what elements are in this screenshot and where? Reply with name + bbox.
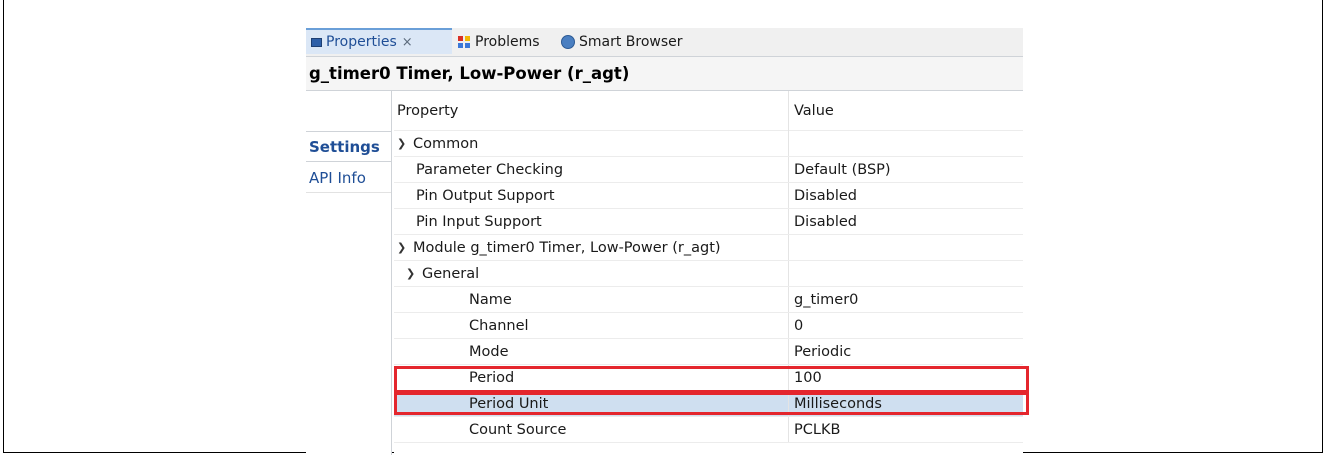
highlight-box-period-unit — [394, 392, 1029, 415]
table-row[interactable]: Channel 0 — [394, 313, 1023, 339]
table-row[interactable]: Mode Periodic — [394, 339, 1023, 365]
property-label: General — [422, 265, 480, 282]
chevron-down-icon[interactable]: ❯ — [397, 137, 407, 150]
table-header: Property Value — [394, 91, 1023, 131]
table-row[interactable]: Name g_timer0 — [394, 287, 1023, 313]
chevron-down-icon[interactable]: ❯ — [406, 267, 416, 280]
tab-settings[interactable]: Settings — [306, 131, 391, 162]
property-cell: ❯ Common — [394, 131, 791, 156]
page-title: g_timer0 Timer, Low-Power (r_agt) — [306, 57, 1023, 91]
property-cell: ❯ Module g_timer0 Timer, Low-Power (r_ag… — [394, 235, 791, 260]
value-cell — [788, 131, 1023, 156]
table-row[interactable]: Count Source PCLKB — [394, 417, 1023, 443]
property-label: Module g_timer0 Timer, Low-Power (r_agt) — [413, 239, 721, 256]
value-cell[interactable]: Default (BSP) — [788, 157, 1023, 182]
globe-icon — [561, 35, 575, 49]
table-row[interactable]: Pin Input Support Disabled — [394, 209, 1023, 235]
table-row[interactable]: ❯ Common — [394, 131, 1023, 157]
table-row[interactable]: ❯ Module g_timer0 Timer, Low-Power (r_ag… — [394, 235, 1023, 261]
table-row[interactable]: Parameter Checking Default (BSP) — [394, 157, 1023, 183]
value-cell[interactable]: Periodic — [788, 339, 1023, 364]
close-icon[interactable]: × — [402, 35, 413, 50]
problems-icon — [458, 35, 471, 49]
value-cell — [788, 235, 1023, 260]
tab-problems[interactable]: Problems — [458, 28, 540, 56]
value-cell[interactable]: g_timer0 — [788, 287, 1023, 312]
tab-problems-label: Problems — [475, 34, 540, 50]
tab-settings-label: Settings — [309, 137, 380, 156]
property-cell: ❯ General — [394, 261, 800, 286]
property-cell: Pin Output Support — [416, 187, 555, 204]
value-cell[interactable]: 0 — [788, 313, 1023, 338]
property-label: Common — [413, 135, 479, 152]
highlight-box-period — [394, 366, 1029, 393]
tab-properties[interactable]: Properties × — [306, 28, 452, 54]
tab-api-info-label: API Info — [309, 168, 366, 187]
value-cell[interactable]: Disabled — [788, 183, 1023, 208]
column-header-value[interactable]: Value — [788, 91, 1023, 131]
value-cell[interactable]: PCLKB — [788, 417, 1023, 442]
table-row[interactable]: ❯ General — [394, 261, 1023, 287]
value-cell — [788, 261, 1023, 286]
chevron-down-icon[interactable]: ❯ — [397, 241, 407, 254]
tab-smart-browser-label: Smart Browser — [579, 34, 683, 50]
side-tab-bar: Settings API Info — [306, 91, 392, 455]
table-row[interactable]: Pin Output Support Disabled — [394, 183, 1023, 209]
properties-icon — [311, 37, 322, 47]
tab-api-info[interactable]: API Info — [306, 163, 391, 193]
column-header-property[interactable]: Property — [394, 91, 791, 131]
property-cell: Pin Input Support — [416, 213, 542, 230]
tab-smart-browser[interactable]: Smart Browser — [561, 28, 683, 56]
tab-properties-label: Properties — [326, 34, 397, 50]
value-cell[interactable]: Disabled — [788, 209, 1023, 234]
property-cell: Parameter Checking — [416, 161, 564, 178]
view-tab-bar: Properties × Problems Smart Browser — [306, 28, 1023, 57]
